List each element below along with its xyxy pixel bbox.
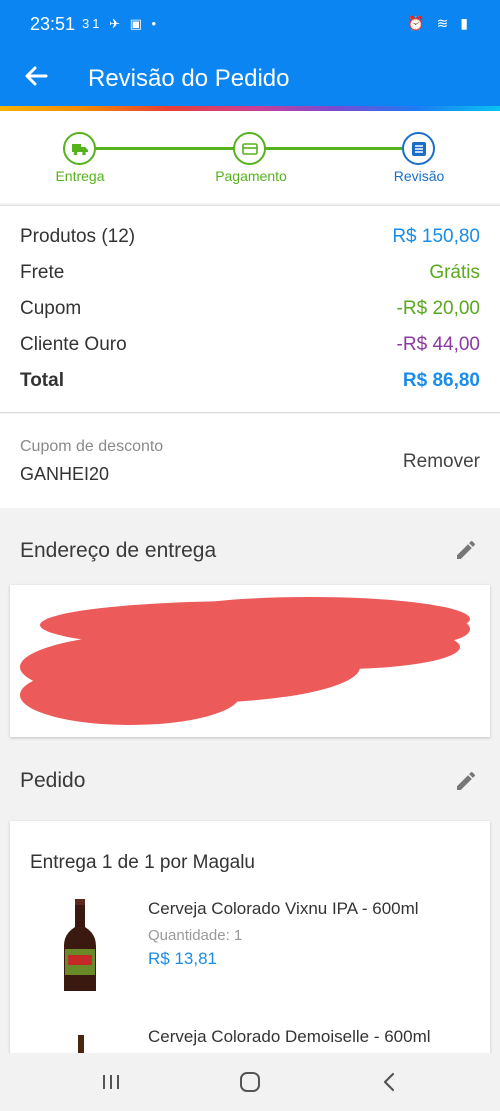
total-label: Total <box>20 370 64 391</box>
gold-value: -R$ 44,00 <box>396 334 480 355</box>
total-value: R$ 86,80 <box>402 370 480 391</box>
step-entrega[interactable] <box>63 132 96 165</box>
step-pagamento[interactable] <box>233 132 266 165</box>
shipping-value: Grátis <box>429 262 480 283</box>
order-card: Entrega 1 de 1 por Magalu Cerveja Colora… <box>10 821 490 1061</box>
status-time: 23:51 <box>30 14 76 34</box>
order-section-title: Pedido <box>20 769 86 792</box>
recents-icon[interactable] <box>96 1067 126 1097</box>
product-quantity: Quantidade: 1 <box>148 927 243 944</box>
system-status-icons: ⏰ ≋ ▮ <box>407 15 472 31</box>
delivery-label: Entrega 1 de 1 por Magalu <box>30 852 255 873</box>
redaction-scribble <box>20 597 470 725</box>
beer-bottle-image <box>60 899 100 999</box>
summary-row-coupon: Cupom -R$ 20,00 <box>20 298 480 326</box>
gold-label: Cliente Ouro <box>20 334 127 355</box>
notification-icons: 31 ✈ ▣ • <box>82 16 160 31</box>
coupon-value: -R$ 20,00 <box>396 298 480 319</box>
summary-row-products: Produtos (12) R$ 150,80 <box>20 226 480 254</box>
products-label: Produtos (12) <box>20 226 136 247</box>
back-chevron-icon[interactable] <box>374 1067 404 1097</box>
stepper-line <box>96 147 236 150</box>
pencil-icon[interactable] <box>454 538 478 562</box>
status-bar: 23:51 31 ✈ ▣ • ⏰ ≋ ▮ <box>0 0 500 52</box>
step-revisao[interactable] <box>402 132 435 165</box>
coupon-label: Cupom <box>20 298 82 319</box>
product-name: Cerveja Colorado Vixnu IPA - 600ml <box>148 899 419 918</box>
coupon-section: Cupom de desconto GANHEI20 Remover <box>0 414 500 508</box>
coupon-code: GANHEI20 <box>20 464 110 484</box>
order-summary: Produtos (12) R$ 150,80 Frete Grátis Cup… <box>0 205 500 413</box>
address-card[interactable] <box>10 585 490 737</box>
step-label-pagamento: Pagamento <box>215 168 287 184</box>
product-name: Cerveja Colorado Demoiselle - 600ml <box>148 1027 431 1046</box>
list-item[interactable]: Cerveja Colorado Vixnu IPA - 600ml Quant… <box>10 899 490 1009</box>
summary-row-shipping: Frete Grátis <box>20 262 480 290</box>
arrow-left-icon[interactable] <box>20 60 52 92</box>
remove-coupon-button[interactable]: Remover <box>403 451 480 473</box>
checkout-stepper: Entrega Pagamento Revisão <box>0 111 500 203</box>
app-bar: Revisão do Pedido <box>0 52 500 106</box>
coupon-section-label: Cupom de desconto <box>20 438 164 455</box>
page-title: Revisão do Pedido <box>88 65 290 92</box>
system-nav-bar <box>0 1053 500 1111</box>
step-label-entrega: Entrega <box>55 168 105 184</box>
summary-row-gold: Cliente Ouro -R$ 44,00 <box>20 334 480 362</box>
shipping-label: Frete <box>20 262 65 283</box>
address-section-title: Endereço de entrega <box>20 539 217 562</box>
stepper-line <box>266 147 406 150</box>
product-price: R$ 13,81 <box>148 949 217 968</box>
home-icon[interactable] <box>235 1067 265 1097</box>
step-label-revisao: Revisão <box>393 168 445 184</box>
pencil-icon[interactable] <box>454 769 478 793</box>
summary-row-total: Total R$ 86,80 <box>20 370 480 398</box>
products-value: R$ 150,80 <box>392 226 480 247</box>
